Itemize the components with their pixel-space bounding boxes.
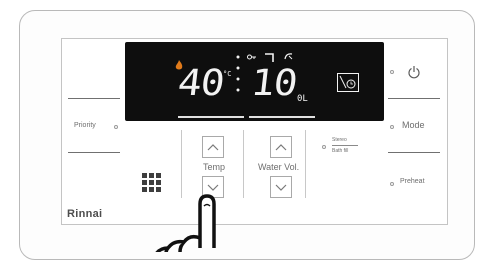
grid-dot bbox=[142, 187, 147, 192]
mode-label: Mode bbox=[402, 120, 425, 130]
volume-unit: 0L bbox=[297, 94, 308, 104]
preheat-button[interactable]: Preheat bbox=[390, 176, 440, 192]
pointing-hand-icon bbox=[155, 194, 216, 252]
water-vol-down-button[interactable] bbox=[270, 176, 292, 198]
temp-up-button[interactable] bbox=[202, 136, 224, 158]
grid-dot bbox=[149, 180, 154, 185]
divider bbox=[243, 130, 244, 198]
divider bbox=[388, 152, 440, 153]
key-icon bbox=[247, 54, 256, 60]
bath-fill-top-label: Stereo bbox=[332, 137, 347, 143]
grid-dot bbox=[149, 173, 154, 178]
grid-dot bbox=[142, 180, 147, 185]
divider bbox=[305, 130, 306, 198]
grid-dot bbox=[142, 173, 147, 178]
power-button[interactable] bbox=[390, 60, 430, 84]
volume-underline bbox=[249, 116, 315, 118]
power-icon bbox=[408, 66, 420, 79]
separator-dots bbox=[236, 55, 240, 92]
water-vol-label: Water Vol. bbox=[258, 162, 300, 172]
priority-indicator bbox=[114, 125, 118, 129]
tap-icon bbox=[265, 53, 274, 62]
priority-button[interactable]: Priority bbox=[74, 120, 122, 134]
grid-dot bbox=[156, 173, 161, 178]
mode-indicator bbox=[390, 125, 394, 129]
divider bbox=[181, 130, 182, 198]
power-indicator bbox=[390, 70, 394, 74]
preheat-label: Preheat bbox=[400, 178, 425, 185]
chevron-up-icon bbox=[275, 144, 287, 151]
bath-fill-indicator bbox=[322, 145, 326, 149]
temp-underline bbox=[178, 116, 244, 118]
temp-label: Temp bbox=[203, 162, 226, 172]
divider bbox=[68, 98, 120, 99]
temperature-readout: 40 bbox=[175, 63, 226, 104]
water-vol-up-button[interactable] bbox=[270, 136, 292, 158]
mode-button[interactable]: Mode bbox=[390, 118, 436, 136]
divider bbox=[388, 98, 440, 99]
chevron-up-icon bbox=[207, 144, 219, 151]
brand-logo: Rinnai bbox=[67, 208, 103, 220]
bath-fill-button[interactable]: Stereo Bath fill bbox=[322, 136, 376, 160]
volume-readout: 10 bbox=[248, 63, 299, 104]
preheat-indicator bbox=[390, 182, 394, 186]
chevron-down-icon bbox=[275, 184, 287, 191]
grid-dot bbox=[156, 180, 161, 185]
divider bbox=[68, 152, 120, 153]
temperature-unit: °C bbox=[223, 70, 232, 78]
timer-indicator bbox=[337, 73, 359, 92]
priority-label: Priority bbox=[74, 122, 96, 129]
shower-icon bbox=[284, 53, 293, 60]
bath-fill-label: Bath fill bbox=[332, 148, 349, 154]
lcd-display: 40 °C 10 0L bbox=[125, 42, 384, 121]
divider bbox=[332, 145, 358, 146]
clock-icon bbox=[339, 75, 356, 89]
